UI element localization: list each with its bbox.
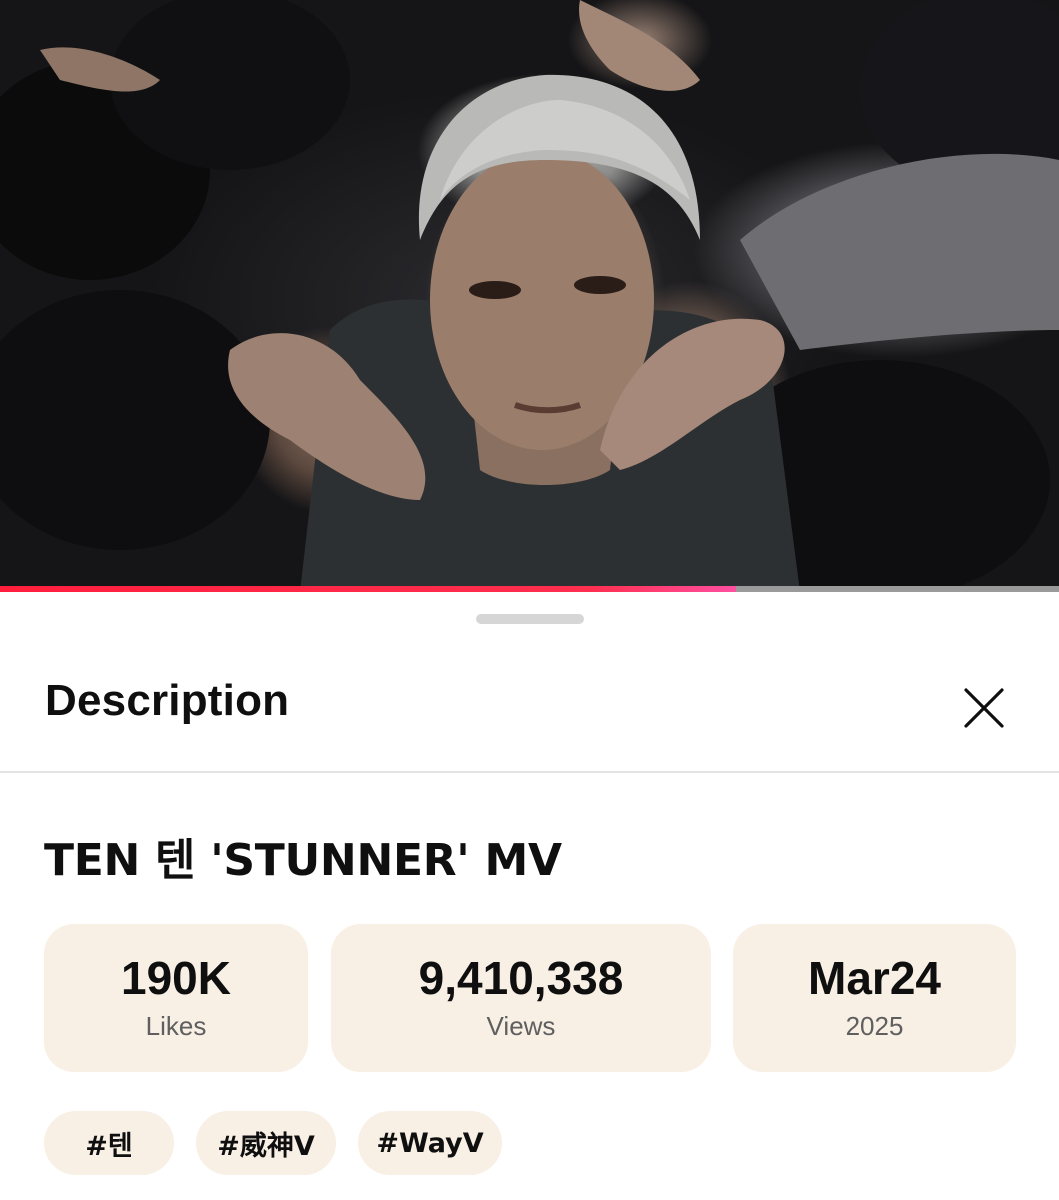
stat-likes: 190K Likes xyxy=(44,924,308,1072)
likes-label: Likes xyxy=(145,1010,207,1041)
close-button[interactable] xyxy=(956,680,1012,736)
sheet-title: Description xyxy=(45,676,290,725)
likes-count: 190K xyxy=(121,952,231,1005)
hashtag-chip[interactable]: #威神V xyxy=(196,1111,336,1175)
description-sheet: Description TEN 텐 'STUNNER' MV 190K Like… xyxy=(0,592,1059,1200)
drag-handle[interactable] xyxy=(476,614,584,624)
hashtag-chip[interactable]: #텐 xyxy=(44,1111,174,1175)
stat-date: Mar24 2025 xyxy=(733,924,1016,1072)
stat-views: 9,410,338 Views xyxy=(331,924,711,1072)
close-icon xyxy=(964,688,1004,728)
video-frame xyxy=(0,0,1059,592)
hashtag-chip[interactable]: #WayV xyxy=(358,1111,502,1175)
video-player[interactable] xyxy=(0,0,1059,592)
publish-date: Mar24 xyxy=(808,952,941,1005)
publish-year: 2025 xyxy=(845,1010,904,1041)
views-count: 9,410,338 xyxy=(418,952,624,1005)
views-label: Views xyxy=(486,1010,556,1041)
video-title: TEN 텐 'STUNNER' MV xyxy=(44,835,562,886)
divider xyxy=(0,771,1059,773)
